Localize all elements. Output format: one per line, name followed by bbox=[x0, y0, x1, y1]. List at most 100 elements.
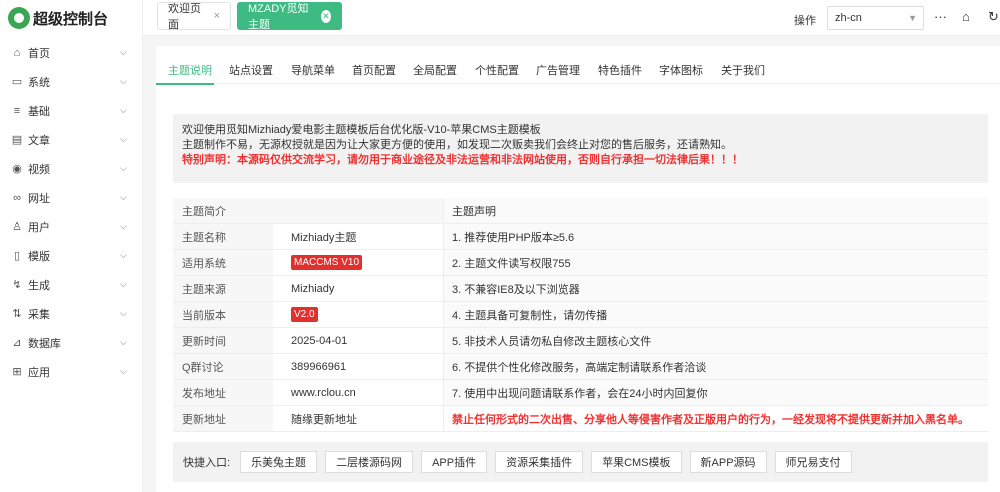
user-icon: ♙ bbox=[12, 221, 22, 233]
sidebar-item[interactable]: ▤ 文章 ⌵ bbox=[0, 125, 142, 154]
chevron-down-icon: ▼ bbox=[908, 13, 917, 23]
info-header-row: 主题简介 主题声明 bbox=[173, 198, 988, 224]
close-icon[interactable]: ✕ bbox=[321, 9, 331, 23]
table-row: 主题名称 Mizhiady主题 1. 推荐使用PHP版本≥5.6 bbox=[173, 224, 988, 250]
sidebar-item[interactable]: ⇅ 采集 ⌵ bbox=[0, 299, 142, 328]
sidebar-item[interactable]: ⊞ 应用 ⌵ bbox=[0, 357, 142, 386]
config-tab[interactable]: 广告管理 bbox=[536, 62, 580, 78]
chevron-down-icon: ⌵ bbox=[120, 337, 127, 347]
sidebar-item[interactable]: ≡ 基础 ⌵ bbox=[0, 96, 142, 125]
chevron-down-icon: ⌵ bbox=[120, 279, 127, 289]
topbar: 欢迎页面 × MZADY觅知主题 ✕ 操作 zh-cn ▼ ··· ⌂ ↻ bbox=[143, 0, 1000, 36]
statement: 禁止任何形式的二次出售、分享他人等侵害作者及正版用户的行为，一经发现将不提供更新… bbox=[443, 406, 988, 431]
tab-welcome[interactable]: 欢迎页面 × bbox=[157, 2, 231, 31]
tab-mzady-theme[interactable]: MZADY觅知主题 ✕ bbox=[237, 2, 342, 31]
table-row: 更新地址 随缘更新地址 禁止任何形式的二次出售、分享他人等侵害作者及正版用户的行为，… bbox=[173, 406, 988, 432]
more-icon[interactable]: ··· bbox=[934, 9, 947, 24]
left-header: 主题简介 bbox=[173, 198, 443, 223]
row-value: 2025-04-01 bbox=[291, 334, 348, 347]
home-icon[interactable]: ⌂ bbox=[962, 9, 970, 24]
row-value-cell: 389966961 bbox=[273, 354, 443, 379]
chevron-down-icon: ⌵ bbox=[120, 221, 127, 231]
statement: 1. 推荐使用PHP版本≥5.6 bbox=[443, 224, 988, 249]
sidebar-menu: ⌂ 首页 ⌵ ▭ 系统 ⌵ ≡ 基础 ⌵ ▤ 文章 ⌵ ◉ 视频 ⌵ ∞ 网址 ⌵ ♙ 用户 ⌵ ▯ 模版 ⌵ ↯ 生成 ⌵ ⇅ 采集 ⌵… bbox=[0, 38, 142, 386]
template-icon: ▯ bbox=[13, 250, 21, 262]
row-label: 发布地址 bbox=[173, 380, 273, 405]
language-value: zh-cn bbox=[835, 12, 862, 24]
sidebar: 超级控制台 ⌂ 首页 ⌵ ▭ 系统 ⌵ ≡ 基础 ⌵ ▤ 文章 ⌵ ◉ 视频 ⌵ ∞ 网址 ⌵ ♙ 用户 ⌵ ▯ 模版 ⌵ ↯ 生… bbox=[0, 0, 143, 492]
document-icon: ▤ bbox=[11, 134, 23, 146]
quick-link-button[interactable]: 新APP源码 bbox=[689, 451, 767, 473]
config-tab[interactable]: 特色插件 bbox=[598, 62, 642, 78]
logo-icon bbox=[8, 7, 30, 29]
statement: 2. 主题文件读写权限755 bbox=[443, 250, 988, 275]
table-row: 更新时间 2025-04-01 5. 非技术人员请勿私自修改主题核心文件 bbox=[173, 328, 988, 354]
notice-warning: 特别声明：本源码仅供交流学习，请勿用于商业途径及非法运营和非法网站使用，否则自行… bbox=[182, 154, 743, 166]
value-badge: V2.0 bbox=[291, 307, 318, 322]
chevron-down-icon: ⌵ bbox=[120, 105, 127, 115]
table-row: 主题来源 Mizhiady 3. 不兼容IE8及以下浏览器 bbox=[173, 276, 988, 302]
table-row: 当前版本 V2.0 4. 主题具备可复制性，请勿传播 bbox=[173, 302, 988, 328]
quick-link-button[interactable]: 苹果CMS模板 bbox=[591, 451, 682, 473]
logo[interactable]: 超级控制台 bbox=[0, 0, 142, 36]
row-label: 更新时间 bbox=[173, 328, 273, 353]
row-label: 更新地址 bbox=[173, 406, 273, 431]
config-tabs: 主题说明 站点设置 导航菜单 首页配置 全局配置 个性配置 广告管理 特色插件 字体图标 关于我们 bbox=[156, 46, 1000, 85]
sidebar-item[interactable]: ♙ 用户 ⌵ bbox=[0, 212, 142, 241]
close-icon[interactable]: × bbox=[214, 10, 220, 22]
refresh-icon[interactable]: ↻ bbox=[988, 9, 999, 25]
language-select[interactable]: zh-cn ▼ bbox=[827, 6, 924, 30]
row-value-cell: 2025-04-01 bbox=[273, 328, 443, 353]
active-tab-underline bbox=[156, 83, 214, 85]
play-icon: ◉ bbox=[12, 163, 22, 175]
row-value-cell: V2.0 bbox=[273, 302, 443, 327]
row-value-cell: 随缘更新地址 bbox=[273, 406, 443, 431]
database-icon: ⊿ bbox=[12, 337, 22, 349]
quick-link-button[interactable]: 师兄易支付 bbox=[774, 451, 852, 473]
quick-link-button[interactable]: 乐美兔主题 bbox=[240, 451, 318, 473]
chevron-down-icon: ⌵ bbox=[120, 76, 127, 86]
config-tab[interactable]: 字体图标 bbox=[659, 62, 703, 78]
config-tab[interactable]: 个性配置 bbox=[475, 62, 519, 78]
sidebar-item-label: 用户 bbox=[28, 221, 50, 234]
config-tab[interactable]: 站点设置 bbox=[229, 62, 273, 78]
sidebar-item[interactable]: ◉ 视频 ⌵ bbox=[0, 154, 142, 183]
sidebar-item-label: 模版 bbox=[28, 250, 50, 263]
sidebar-item[interactable]: ∞ 网址 ⌵ bbox=[0, 183, 142, 212]
sidebar-item[interactable]: ⊿ 数据库 ⌵ bbox=[0, 328, 142, 357]
sidebar-item-label: 数据库 bbox=[28, 337, 61, 350]
sidebar-item-label: 系统 bbox=[28, 76, 50, 89]
operation-label: 操作 bbox=[794, 15, 816, 27]
notice-line: 主题制作不易，无源权授就是因为让大家更方便的使用，如发现二次贩卖我们会终止对您的… bbox=[182, 139, 732, 151]
config-tab[interactable]: 主题说明 bbox=[168, 62, 212, 78]
right-header: 主题声明 bbox=[443, 198, 988, 223]
sidebar-item[interactable]: ⌂ 首页 ⌵ bbox=[0, 38, 142, 67]
quick-label: 快捷入口: bbox=[183, 457, 231, 469]
monitor-icon: ▭ bbox=[11, 76, 23, 88]
collect-icon: ⇅ bbox=[12, 308, 22, 320]
chevron-down-icon: ⌵ bbox=[120, 47, 127, 57]
sidebar-item[interactable]: ▯ 模版 ⌵ bbox=[0, 241, 142, 270]
statement: 6. 不提供个性化修改服务，高端定制请联系作者洽谈 bbox=[443, 354, 988, 379]
statement: 5. 非技术人员请勿私自修改主题核心文件 bbox=[443, 328, 988, 353]
value-badge: MACCMS V10 bbox=[291, 255, 363, 270]
config-tab[interactable]: 关于我们 bbox=[721, 62, 765, 78]
quick-link-button[interactable]: APP插件 bbox=[421, 451, 488, 473]
chevron-down-icon: ⌵ bbox=[120, 134, 127, 144]
config-tab[interactable]: 首页配置 bbox=[352, 62, 396, 78]
info-table: 主题简介 主题声明 主题名称 Mizhiady主题 1. 推荐使用PHP版本≥5.6… bbox=[173, 198, 988, 432]
quick-link-button[interactable]: 资源采集插件 bbox=[495, 451, 584, 473]
row-value: Mizhiady主题 bbox=[291, 231, 357, 244]
row-value: 随缘更新地址 bbox=[291, 413, 357, 426]
sidebar-item[interactable]: ↯ 生成 ⌵ bbox=[0, 270, 142, 299]
welcome-notice: 欢迎使用觅知Mizhiady爱电影主题模板后台优化版-V10-苹果CMS主题模板… bbox=[173, 114, 988, 183]
config-tab[interactable]: 全局配置 bbox=[413, 62, 457, 78]
sidebar-item[interactable]: ▭ 系统 ⌵ bbox=[0, 67, 142, 96]
tab-label: MZADY觅知主题 bbox=[248, 3, 309, 31]
row-label: Q群讨论 bbox=[173, 354, 273, 379]
row-label: 适用系统 bbox=[173, 250, 273, 275]
row-value-cell: MACCMS V10 bbox=[273, 250, 443, 275]
quick-link-button[interactable]: 二层楼源码网 bbox=[325, 451, 414, 473]
sidebar-item-label: 视频 bbox=[28, 163, 50, 176]
config-tab[interactable]: 导航菜单 bbox=[291, 62, 335, 78]
